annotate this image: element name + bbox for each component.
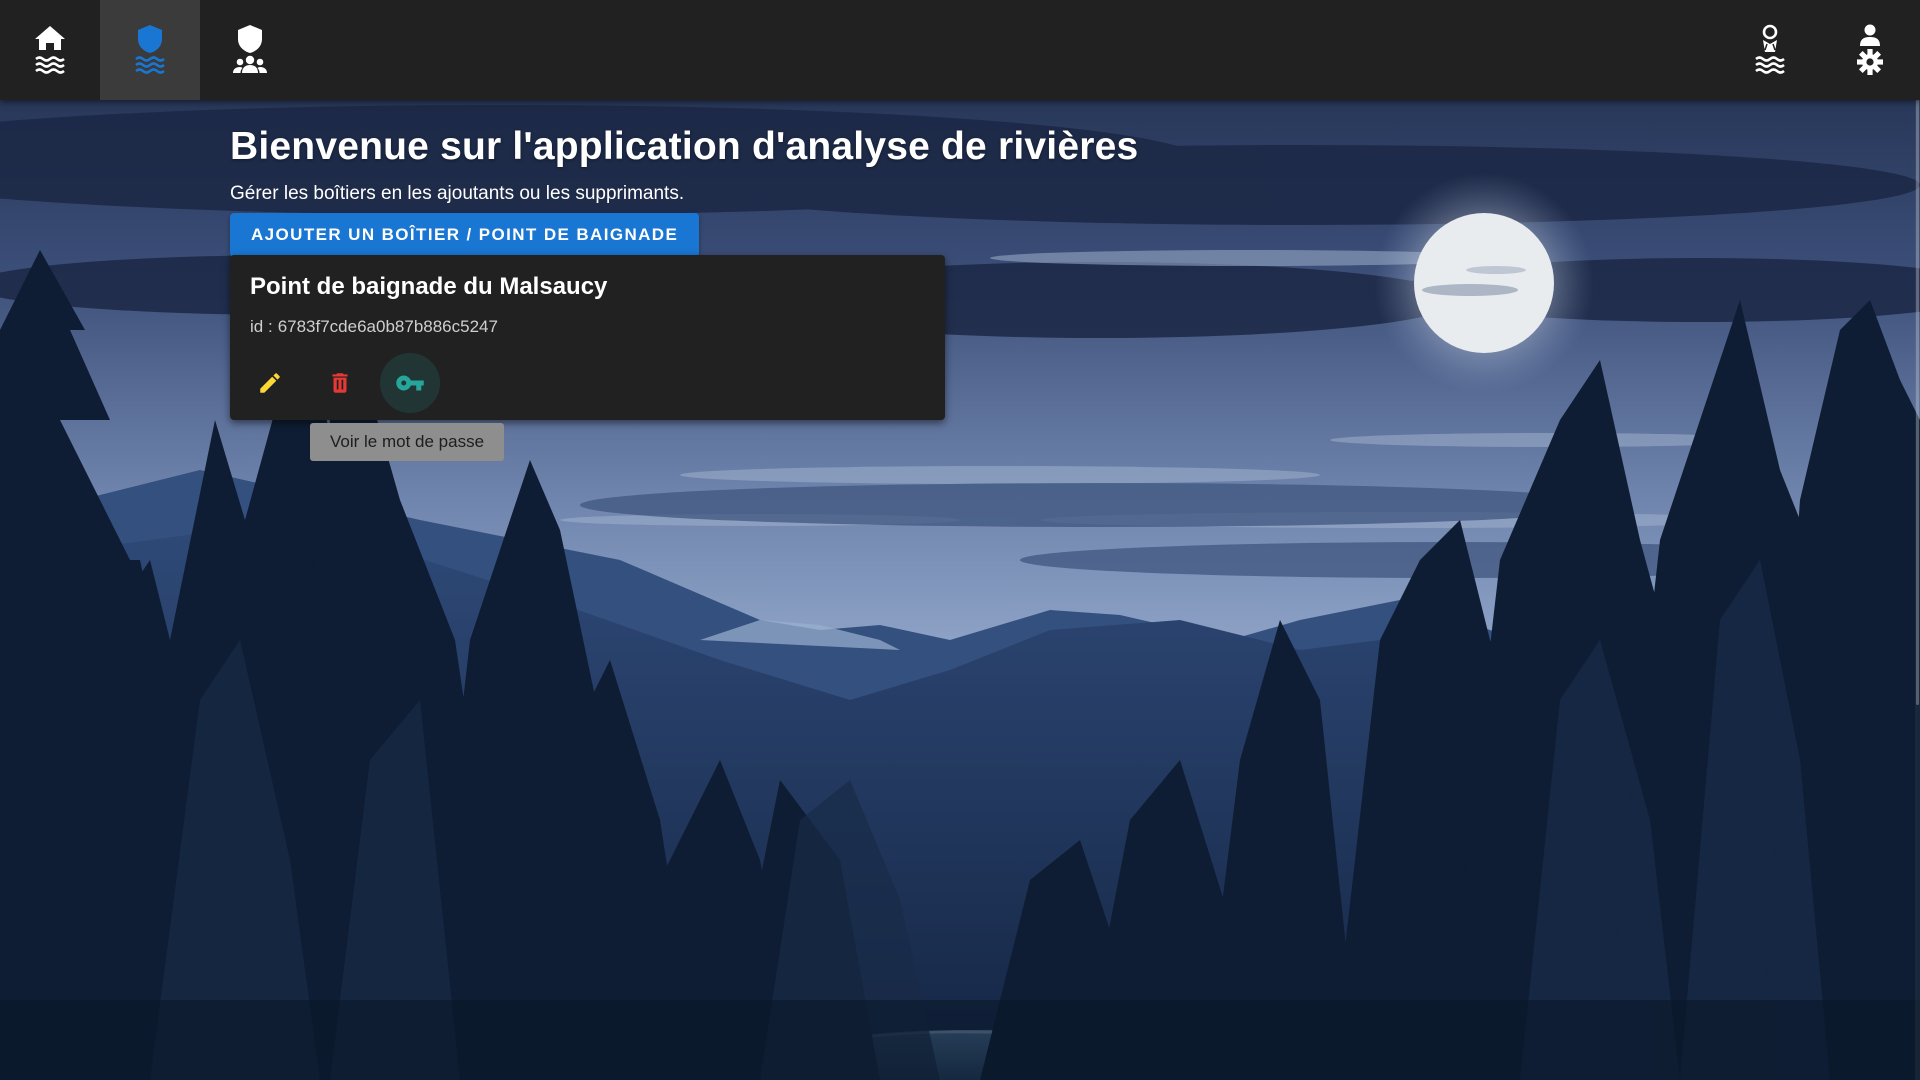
home-waves-icon [35,26,65,74]
page-scrollbar[interactable] [1915,100,1920,1080]
delete-box-button[interactable] [310,353,370,413]
add-box-button[interactable]: Ajouter un boîtier / point de baignade [230,213,700,257]
edit-box-button[interactable] [240,353,300,413]
trash-icon [332,373,348,393]
pencil-icon [260,373,280,393]
nav-river-analysis-button[interactable] [1720,0,1820,100]
nav-users-button[interactable] [200,0,300,100]
user-gear-icon [1857,24,1883,75]
nav-account-settings-button[interactable] [1820,0,1920,100]
shield-waves-icon [135,25,165,74]
scrollbar-thumb[interactable] [1916,100,1919,705]
page-title: Bienvenue sur l'application d'analyse de… [230,125,1139,168]
person-waves-icon [1755,24,1785,74]
box-card: Point de baignade du Malsaucy id :6783f7… [230,255,945,420]
box-card-id-value: 6783f7cde6a0b87b886c5247 [277,317,498,336]
shield-users-icon [233,25,267,73]
key-icon [396,375,424,391]
main-content: Bienvenue sur l'application d'analyse de… [230,125,1138,257]
tooltip: Voir le mot de passe [310,423,505,461]
box-card-id-label: id : [250,317,273,336]
nav-home-button[interactable] [0,0,100,100]
box-card-id: id :6783f7cde6a0b87b886c5247 [250,317,498,337]
top-nav-bar [0,0,1920,100]
page-subtitle: Gérer les boîtiers en les ajoutants ou l… [230,183,685,204]
box-card-title: Point de baignade du Malsaucy [250,273,608,300]
view-password-button[interactable] [380,353,440,413]
nav-boxes-button[interactable] [100,0,200,100]
